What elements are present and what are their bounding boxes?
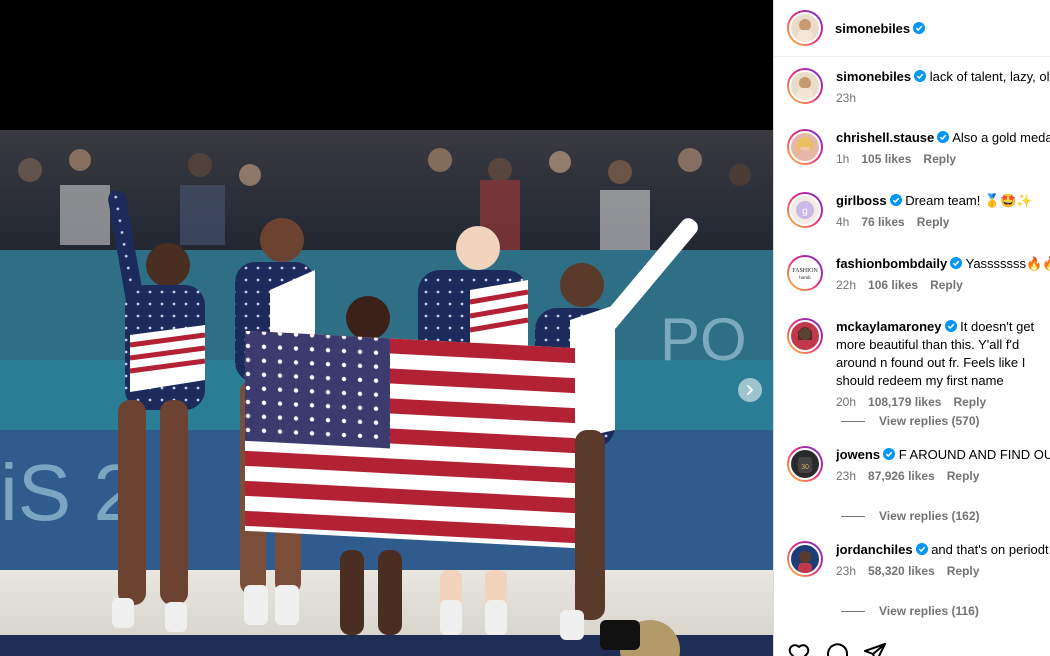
reply-button[interactable]: Reply xyxy=(930,278,963,292)
svg-text:PO: PO xyxy=(660,306,747,373)
commenter-avatar[interactable]: FASHION bomb xyxy=(787,255,823,291)
svg-text:30: 30 xyxy=(801,464,809,471)
comment-likes[interactable]: 58,320 likes xyxy=(868,564,935,578)
comment-text: and that's on periodt xyxy=(931,542,1049,557)
reply-button[interactable]: Reply xyxy=(953,395,986,409)
comment-time[interactable]: 4h xyxy=(836,215,849,229)
commenter-avatar[interactable] xyxy=(787,541,823,577)
post-header: simonebiles xyxy=(774,0,1050,57)
caption-text: lack of talent, lazy, olympic champions xyxy=(929,69,1050,84)
verified-badge-icon xyxy=(914,70,927,82)
verified-badge-icon xyxy=(915,543,928,555)
comment-likes[interactable]: 105 likes xyxy=(861,152,911,166)
comment-time[interactable]: 22h xyxy=(836,278,856,292)
comment-item: chrishell.stause Also a gold medalist in… xyxy=(787,129,1050,166)
svg-text:FASHION: FASHION xyxy=(792,268,818,274)
comment-text: Also a gold medalist in petty xyxy=(952,130,1050,145)
comment-time[interactable]: 23h xyxy=(836,564,856,578)
comment-likes[interactable]: 76 likes xyxy=(861,215,904,229)
view-replies-label[interactable]: View replies (162) xyxy=(879,509,980,523)
caption: simonebiles lack of talent, lazy, olympi… xyxy=(787,68,1050,105)
svg-text:g: g xyxy=(802,206,808,217)
comments-panel: simonebiles simonebiles lack of talent, … xyxy=(773,0,1050,656)
comment-username[interactable]: mckaylamaroney xyxy=(836,319,942,334)
comment-username[interactable]: jordanchiles xyxy=(836,542,913,557)
verified-badge-icon xyxy=(889,194,902,206)
caption-avatar[interactable] xyxy=(787,68,823,104)
comment-time[interactable]: 23h xyxy=(836,469,856,483)
view-replies-button[interactable]: View replies (162) xyxy=(841,509,980,523)
divider xyxy=(841,515,865,517)
commenter-avatar[interactable]: g xyxy=(787,192,823,228)
comment-item: g girlboss Dream team! 🥇🤩✨ 4h 76 likes Rep… xyxy=(787,192,1050,229)
author-username-text[interactable]: simonebiles xyxy=(835,21,910,36)
comment-item: FASHION bomb fashionbombdaily Yasssssss🔥🔥… xyxy=(787,255,1050,292)
caption-time[interactable]: 23h xyxy=(836,91,856,105)
action-bar xyxy=(787,641,887,656)
verified-badge-icon xyxy=(883,448,896,460)
comment-username[interactable]: chrishell.stause xyxy=(836,130,934,145)
reply-button[interactable]: Reply xyxy=(947,564,980,578)
comment-username[interactable]: fashionbombdaily xyxy=(836,256,947,271)
comment-item: jordanchiles and that's on periodt 23h 58… xyxy=(787,541,1050,578)
commenter-avatar[interactable] xyxy=(787,129,823,165)
comment-time[interactable]: 1h xyxy=(836,152,849,166)
comment-likes[interactable]: 106 likes xyxy=(868,278,918,292)
comment-time[interactable]: 20h xyxy=(836,395,856,409)
comment-likes[interactable]: 87,926 likes xyxy=(868,469,935,483)
svg-text:bomb: bomb xyxy=(799,276,811,281)
author-avatar[interactable] xyxy=(787,10,823,46)
share-icon[interactable] xyxy=(863,641,887,656)
view-replies-button[interactable]: View replies (116) xyxy=(841,604,979,618)
view-replies-label[interactable]: View replies (570) xyxy=(879,414,980,428)
view-replies-label[interactable]: View replies (116) xyxy=(879,604,979,618)
reply-button[interactable]: Reply xyxy=(923,152,956,166)
comment-text: Yasssssss🔥🔥🔥 xyxy=(965,256,1050,271)
verified-badge-icon xyxy=(937,131,950,143)
commenter-avatar[interactable] xyxy=(787,318,823,354)
comment-icon[interactable] xyxy=(825,641,849,656)
divider xyxy=(841,610,865,612)
comment-item: 30 jowens F AROUND AND FIND OUT 23h 87,92… xyxy=(787,446,1050,483)
reply-button[interactable]: Reply xyxy=(917,215,950,229)
caption-username[interactable]: simonebiles xyxy=(836,69,911,84)
comment-text: F AROUND AND FIND OUT xyxy=(898,447,1050,462)
comment-likes[interactable]: 108,179 likes xyxy=(868,395,941,409)
post-media: iS 2 PO xyxy=(0,0,773,656)
comment-item: mckaylamaroney It doesn't get more beaut… xyxy=(787,318,1050,409)
post-photo: iS 2 PO xyxy=(0,130,773,656)
view-replies-button[interactable]: View replies (570) xyxy=(841,414,980,428)
author-username[interactable]: simonebiles xyxy=(835,21,926,36)
next-photo-button[interactable] xyxy=(738,378,762,402)
chevron-right-icon xyxy=(747,385,753,395)
reply-button[interactable]: Reply xyxy=(947,469,980,483)
verified-badge-icon xyxy=(913,21,926,34)
comment-text: Dream team! 🥇🤩✨ xyxy=(905,193,1033,208)
svg-text:iS 2: iS 2 xyxy=(0,448,138,537)
divider xyxy=(841,420,865,422)
comment-username[interactable]: girlboss xyxy=(836,193,887,208)
comment-username[interactable]: jowens xyxy=(836,447,880,462)
verified-badge-icon xyxy=(944,320,957,332)
commenter-avatar[interactable]: 30 xyxy=(787,446,823,482)
heart-icon[interactable] xyxy=(787,641,811,656)
verified-badge-icon xyxy=(950,257,963,269)
